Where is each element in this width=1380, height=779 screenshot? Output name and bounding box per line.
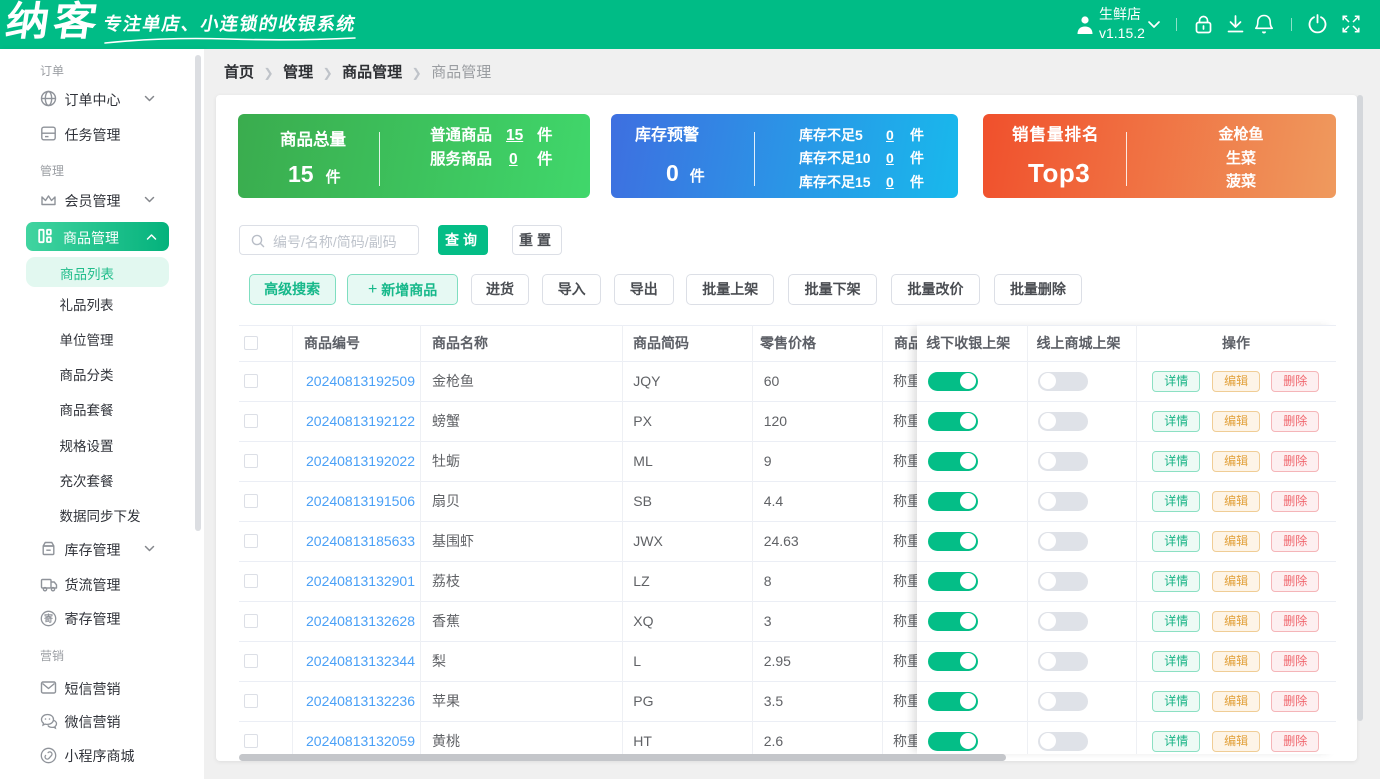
- svg-text:寄: 寄: [44, 612, 53, 623]
